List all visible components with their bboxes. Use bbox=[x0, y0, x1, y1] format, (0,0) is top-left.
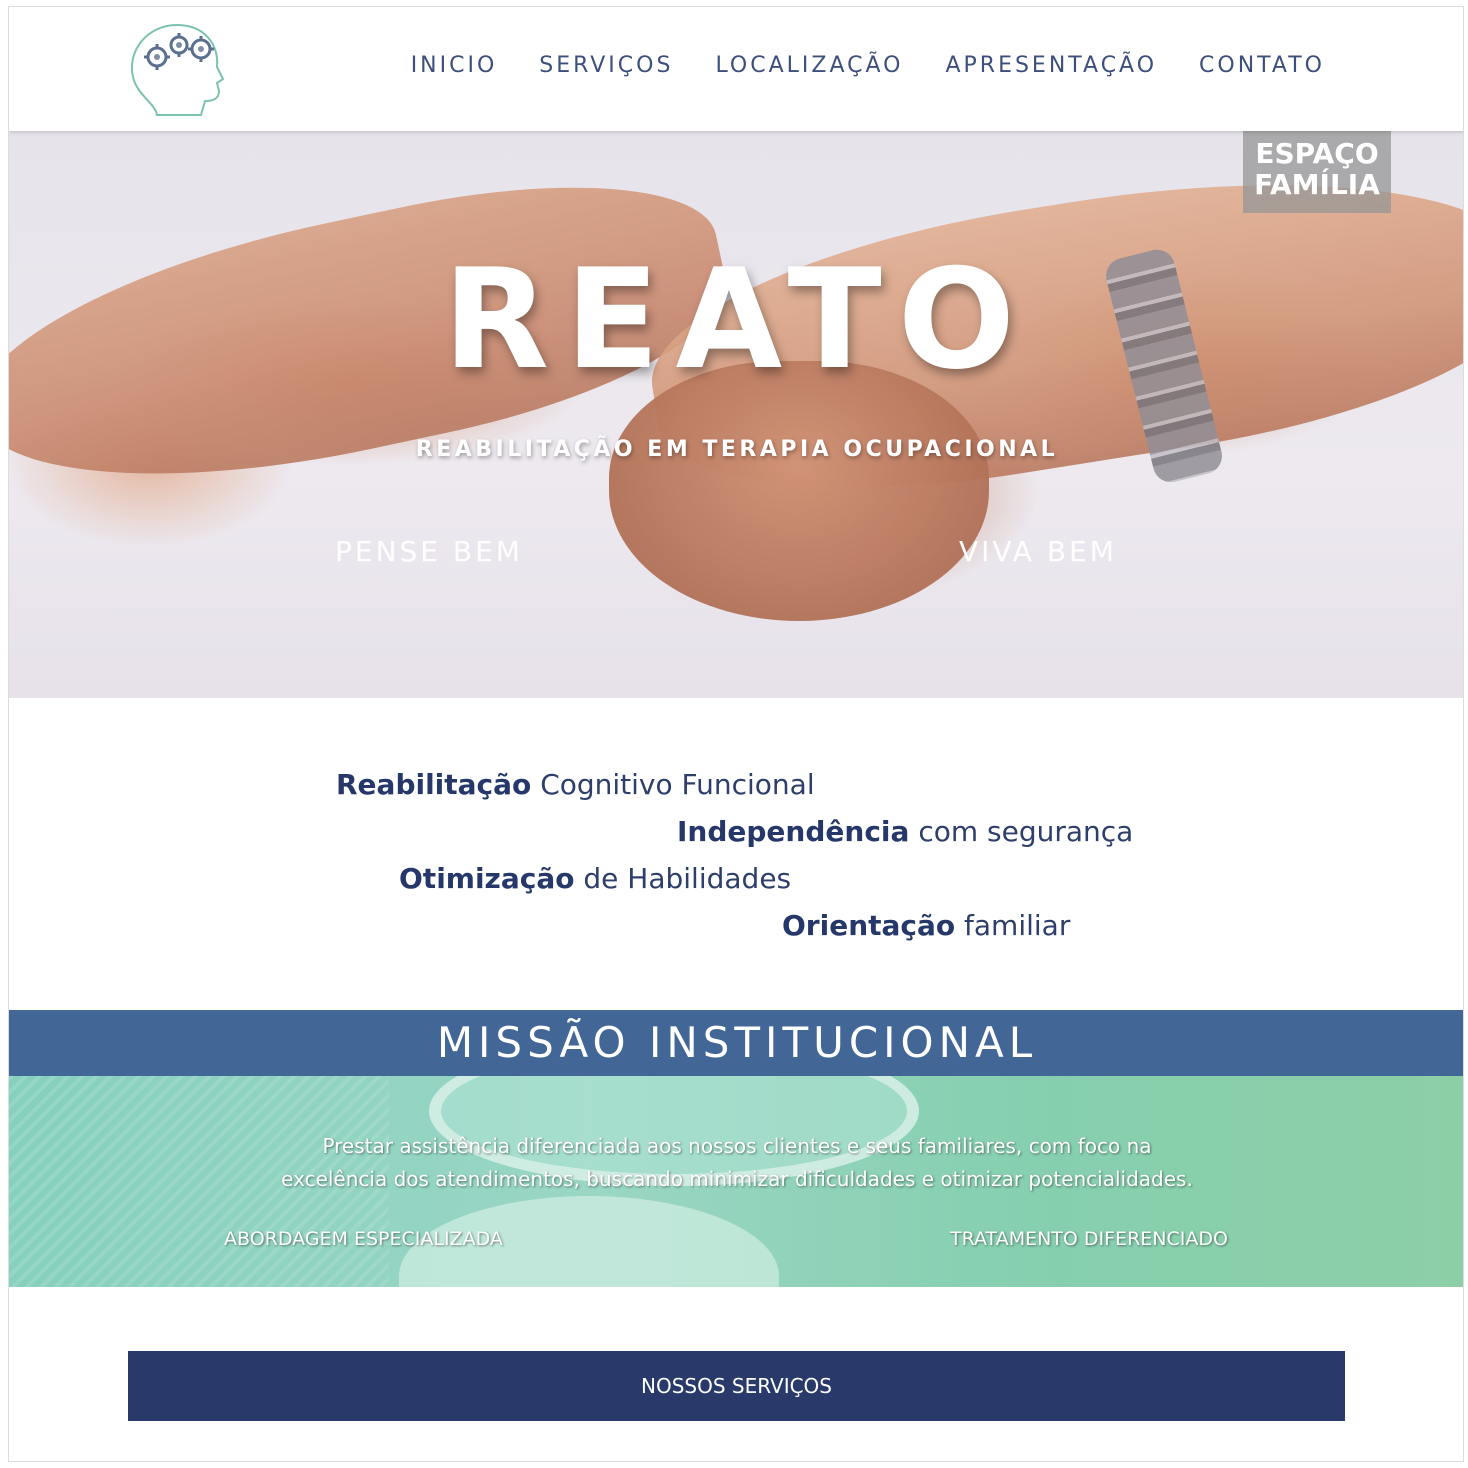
nossos-servicos-button[interactable]: NOSSOS SERVIÇOS bbox=[128, 1351, 1345, 1421]
nav-item-servicos[interactable]: SERVIÇOS bbox=[539, 53, 673, 78]
head-with-gears-icon[interactable] bbox=[127, 15, 227, 123]
page-frame: INICIO SERVIÇOS LOCALIZAÇÃO APRESENTAÇÃO… bbox=[8, 6, 1464, 1462]
hero-title: REATO bbox=[442, 239, 1032, 400]
main-nav: INICIO SERVIÇOS LOCALIZAÇÃO APRESENTAÇÃO… bbox=[369, 53, 1325, 78]
hero-subtitle: REABILITAÇÃO EM TERAPIA OCUPACIONAL bbox=[415, 437, 1059, 462]
mission-statement: Prestar assistência diferenciada aos nos… bbox=[281, 1134, 1193, 1191]
espaco-familia-badge[interactable]: ESPAÇO FAMÍLIA bbox=[1243, 131, 1391, 213]
feature-item: Orientação familiar bbox=[782, 909, 1071, 942]
features-list: Reabilitação Cognitivo Funcional Indepen… bbox=[9, 698, 1463, 1010]
feature-item: Reabilitação Cognitivo Funcional bbox=[336, 768, 815, 801]
hero-tagline-left: PENSE BEM bbox=[335, 535, 523, 568]
hero-tagline-right: VIVA BEM bbox=[959, 535, 1117, 568]
hero-banner: ESPAÇO FAMÍLIA REATO REABILITAÇÃO EM TER… bbox=[9, 131, 1463, 698]
nav-item-contato[interactable]: CONTATO bbox=[1199, 53, 1325, 78]
mission-title: MISSÃO INSTITUCIONAL bbox=[9, 1010, 1463, 1076]
nav-item-inicio[interactable]: INICIO bbox=[411, 53, 498, 78]
feature-item: Otimização de Habilidades bbox=[399, 862, 792, 895]
mission-label-right: TRATAMENTO DIFERENCIADO bbox=[950, 1228, 1228, 1250]
feature-item: Independência com segurança bbox=[677, 815, 1134, 848]
nav-item-apresentacao[interactable]: APRESENTAÇÃO bbox=[945, 53, 1157, 78]
mission-label-left: ABORDAGEM ESPECIALIZADA bbox=[224, 1228, 503, 1250]
site-header: INICIO SERVIÇOS LOCALIZAÇÃO APRESENTAÇÃO… bbox=[9, 7, 1463, 131]
nav-item-localizacao[interactable]: LOCALIZAÇÃO bbox=[715, 53, 903, 78]
mission-section: Prestar assistência diferenciada aos nos… bbox=[9, 1076, 1463, 1287]
